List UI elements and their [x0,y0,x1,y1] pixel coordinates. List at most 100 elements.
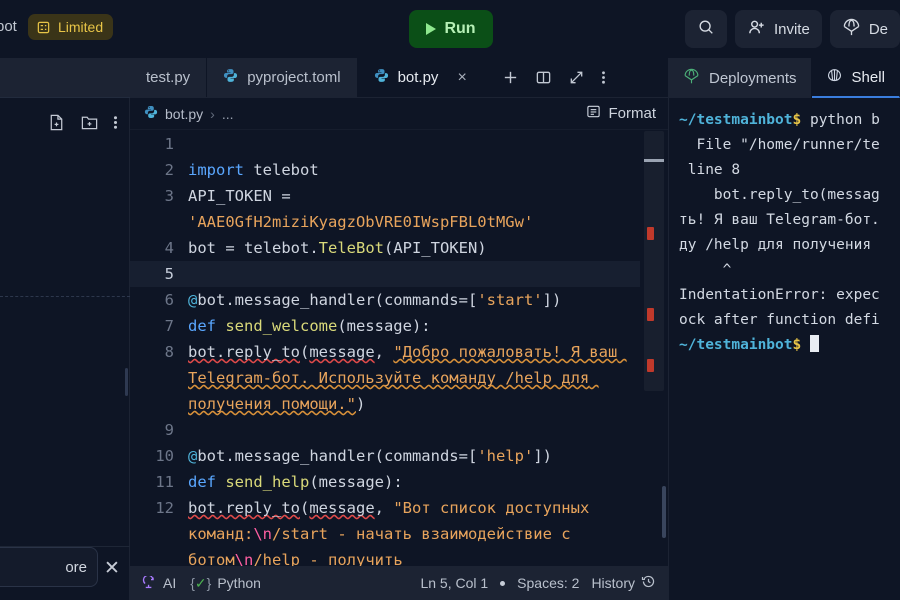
code-text: def send_help(message): [188,469,640,495]
tab-close-icon[interactable]: × [457,69,466,86]
parachute-icon [842,18,861,41]
sidebar-bottom-panel[interactable]: ore [0,547,98,587]
code-token: bot.reply_to [188,499,300,517]
code-token: ]) [542,291,562,309]
console-prompt: ~/testmainbot [679,112,793,128]
language-indicator[interactable]: {✓} Python [190,575,261,592]
code-token: def [188,473,226,491]
console-cursor [809,335,819,352]
breadcrumb-dots[interactable]: ... [222,106,234,122]
line-number: 10 [155,447,174,465]
sidebar-scrollbar[interactable] [125,368,128,396]
sidebar-divider [0,296,130,297]
parachute-icon [683,68,700,89]
line-number: 3 [164,187,174,205]
line-number: 9 [164,421,174,439]
minimap-error-marker[interactable] [647,308,654,321]
minimap-viewport[interactable] [644,131,664,391]
tab-deployments[interactable]: Deployments [669,58,812,98]
console-text: IndentationError: expec [679,287,880,303]
cursor-position[interactable]: Ln 5, Col 1 [420,575,488,591]
line-number: 8 [164,343,174,361]
editor-minimap[interactable] [640,131,668,600]
language-label: Python [217,575,261,591]
code-editor[interactable]: 1 2 import telebot 3 API_TOKEN = 'AAE0GfH2mi… [130,131,668,600]
breadcrumb-file[interactable]: bot.py [165,106,203,122]
code-token: (API_TOKEN) [383,239,487,257]
split-pane-icon[interactable] [535,69,552,86]
code-line[interactable]: 3 API_TOKEN = 'AAE0GfH2miziKyagzObVRE0IWs… [130,183,640,235]
code-token: ( [299,499,310,517]
sidebar-tab-strip[interactable] [0,58,130,98]
editor-scrollbar[interactable] [662,486,666,538]
run-button[interactable]: Run [409,10,493,48]
code-token: def [188,317,226,335]
ai-icon [142,575,157,591]
code-line[interactable]: 11 def send_help(message): [130,469,640,495]
ai-label: AI [163,575,177,591]
status-bar: AI {✓} Python Ln 5, Col 1 Spaces: 2 Hist… [130,566,668,600]
code-token: import [188,161,254,179]
code-token: send_welcome [225,317,338,335]
code-lines[interactable]: 1 2 import telebot 3 API_TOKEN = 'AAE0GfH2mi… [130,131,640,573]
minimap-error-marker[interactable] [647,359,654,372]
deploy-button[interactable]: De [829,10,900,48]
shell-console-output[interactable]: ~/testmainbot$ python b File "/home/runn… [669,98,900,600]
code-token: send_help [225,473,310,491]
left-sidebar: ore ✕ [0,58,130,600]
tab-test-py[interactable]: test.py [130,58,208,97]
code-line[interactable]: 6 @bot.message_handler(commands=['start']… [130,287,640,313]
status-badge-limited[interactable]: Limited [28,14,114,40]
top-bar-actions: Invite De [684,10,900,48]
code-line[interactable]: 7 def send_welcome(message): [130,313,640,339]
code-text: API_TOKEN = 'AAE0GfH2miziKyagzObVRE0IWsp… [188,183,640,235]
invite-button[interactable]: Invite [734,10,822,48]
expand-arrows-icon[interactable] [568,69,585,86]
code-token: telebot [253,161,319,179]
code-text: bot = telebot.TeleBot(API_TOKEN) [188,235,640,261]
tab-pyproject-toml[interactable]: pyproject.toml [207,58,358,97]
code-token: bot [188,239,226,257]
code-text: @bot.message_handler(commands=['help']) [188,443,640,469]
editor-panel: test.py pyproject.toml bot.py × bot.py ›… [130,58,668,600]
code-token: API_TOKEN [188,187,282,205]
code-text: bot.reply_to(message, "Вот список доступ… [188,495,640,573]
search-button[interactable] [684,10,727,48]
breadcrumb: bot.py › ... Format [130,98,668,130]
more-vertical-icon[interactable] [601,69,606,86]
new-folder-icon[interactable] [80,113,99,132]
top-bar: bot Limited Run Invite De [0,0,900,58]
tab-shell[interactable]: Shell [811,58,900,98]
format-button[interactable]: Format [586,104,656,123]
code-token: @ [188,291,198,309]
console-line: line 8 [679,158,900,183]
code-line[interactable]: 2 import telebot [130,157,640,183]
minimap-error-marker[interactable] [647,227,654,240]
close-icon[interactable]: ✕ [104,559,120,578]
plus-icon[interactable] [502,69,519,86]
code-line[interactable]: 12 bot.reply_to(message, "Вот список дост… [130,495,640,573]
tab-bot-py[interactable]: bot.py × [357,58,484,97]
code-line[interactable]: 4 bot = telebot.TeleBot(API_TOKEN) [130,235,640,261]
code-token: (message): [337,317,431,335]
new-file-icon[interactable] [47,113,66,132]
code-line[interactable]: 5 [130,261,640,287]
ai-button[interactable]: AI [142,575,176,591]
line-number: 5 [164,265,174,283]
indentation-setting[interactable]: Spaces: 2 [517,575,579,591]
console-line: ^ [679,258,900,283]
code-token: bot.message_handler(commands=[ [197,447,478,465]
history-button[interactable]: History [591,574,656,592]
code-line[interactable]: 9 [130,417,640,443]
code-token: = [225,239,244,257]
more-vertical-icon[interactable] [113,113,118,132]
shell-icon [826,67,843,88]
tab-label: Deployments [709,69,797,87]
code-line[interactable]: 1 [130,131,640,157]
code-token: @ [188,447,198,465]
code-line[interactable]: 8 bot.reply_to(message, "Добро пожаловать… [130,339,640,417]
breadcrumb-separator: › [210,105,215,122]
code-line[interactable]: 10 @bot.message_handler(commands=['help']… [130,443,640,469]
console-text: bot.reply_to(messag [679,187,880,203]
